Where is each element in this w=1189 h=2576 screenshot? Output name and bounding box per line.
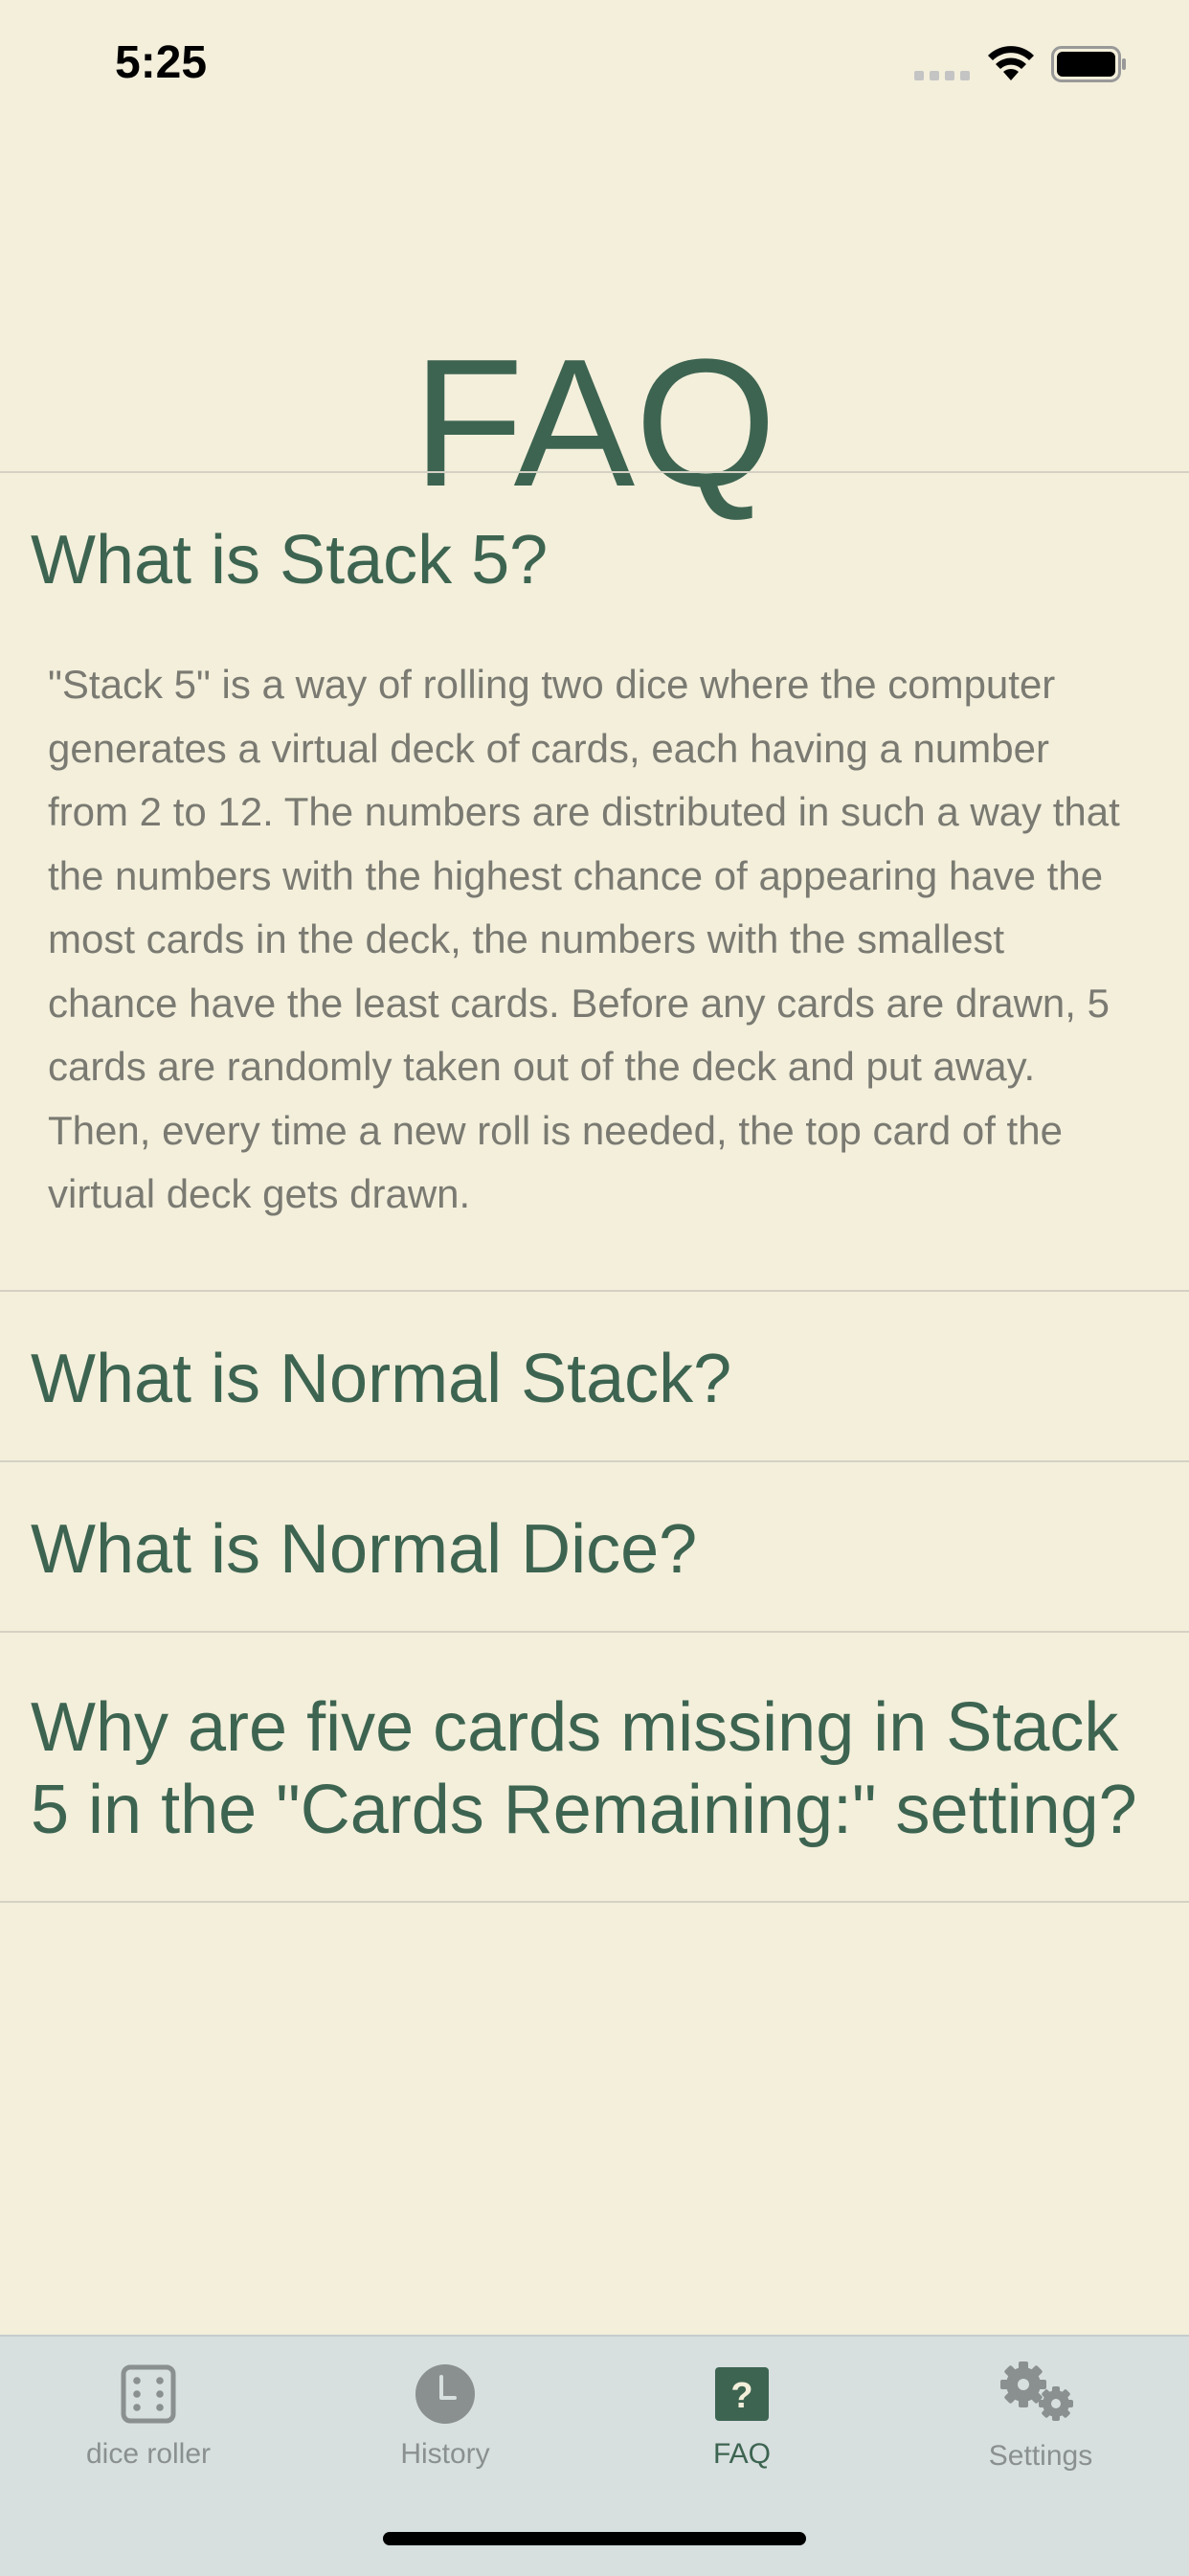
tab-label: Settings (988, 2440, 1093, 2472)
faq-question[interactable]: What is Stack 5? (31, 473, 1158, 624)
cellular-signal-icon (914, 71, 970, 80)
tab-label: dice roller (85, 2438, 212, 2470)
tab-dice-roller[interactable]: dice roller (0, 2363, 297, 2471)
dice-icon (121, 2364, 176, 2424)
tab-label: History (400, 2438, 490, 2470)
battery-icon (1051, 46, 1126, 82)
faq-list: What is Stack 5? "Stack 5" is a way of r… (0, 471, 1189, 1903)
faq-question[interactable]: Why are five cards missing in Stack 5 in… (31, 1633, 1158, 1901)
faq-item-stack5[interactable]: What is Stack 5? "Stack 5" is a way of r… (0, 473, 1189, 1290)
faq-item-missing-cards[interactable]: Why are five cards missing in Stack 5 in… (0, 1633, 1189, 1901)
svg-text:?: ? (730, 2376, 752, 2416)
divider (0, 1900, 1189, 1903)
faq-item-normal-dice[interactable]: What is Normal Dice? (0, 1462, 1189, 1631)
faq-item-normal-stack[interactable]: What is Normal Stack? (0, 1292, 1189, 1460)
gear-icon (1000, 2361, 1073, 2421)
status-time: 5:25 (115, 37, 208, 88)
status-bar: 5:25 (0, 0, 1189, 134)
home-indicator (383, 2532, 806, 2545)
faq-answer: "Stack 5" is a way of rolling two dice w… (48, 662, 1120, 1216)
tab-faq[interactable]: ? FAQ (594, 2363, 890, 2471)
faq-question[interactable]: What is Normal Stack? (31, 1292, 1158, 1460)
wifi-icon (988, 46, 1034, 80)
tab-settings[interactable]: Settings (892, 2361, 1189, 2473)
question-icon: ? (715, 2367, 769, 2421)
clock-icon (415, 2364, 475, 2424)
faq-question[interactable]: What is Normal Dice? (31, 1462, 1158, 1631)
tab-label: FAQ (712, 2438, 771, 2470)
tab-history[interactable]: History (297, 2363, 594, 2471)
